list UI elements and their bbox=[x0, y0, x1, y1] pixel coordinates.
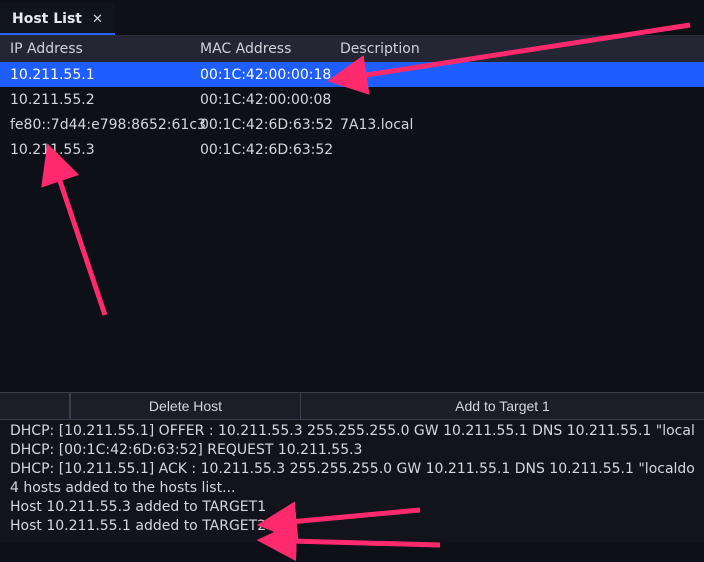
close-icon[interactable]: ✕ bbox=[92, 12, 103, 27]
tab-host-list[interactable]: Host List ✕ bbox=[0, 3, 115, 35]
log-line: DHCP: [10.211.55.1] ACK : 10.211.55.3 25… bbox=[10, 460, 694, 479]
log-line: DHCP: [10.211.55.1] OFFER : 10.211.55.3 … bbox=[10, 422, 694, 441]
delete-host-button[interactable]: Delete Host bbox=[70, 393, 300, 419]
cell-ip: 10.211.55.2 bbox=[10, 92, 200, 108]
cell-mac: 00:1C:42:6D:63:52 bbox=[200, 117, 340, 133]
col-header-mac[interactable]: MAC Address bbox=[200, 41, 340, 57]
log-line: Host 10.211.55.3 added to TARGET1 bbox=[10, 498, 694, 517]
col-header-desc[interactable]: Description bbox=[340, 41, 704, 57]
table-row[interactable]: 10.211.55.3 00:1C:42:6D:63:52 bbox=[0, 137, 704, 162]
cell-ip: 10.211.55.1 bbox=[10, 67, 200, 83]
cell-mac: 00:1C:42:6D:63:52 bbox=[200, 142, 340, 158]
button-bar-spacer bbox=[0, 393, 70, 419]
cell-ip: 10.211.55.3 bbox=[10, 142, 200, 158]
table-row[interactable]: fe80::7d44:e798:8652:61c3 00:1C:42:6D:63… bbox=[0, 112, 704, 137]
table-row[interactable]: 10.211.55.2 00:1C:42:00:00:08 bbox=[0, 87, 704, 112]
button-bar: Delete Host Add to Target 1 bbox=[0, 392, 704, 420]
table-row[interactable]: 10.211.55.1 00:1C:42:00:00:18 bbox=[0, 62, 704, 87]
col-header-ip[interactable]: IP Address bbox=[10, 41, 200, 57]
cell-mac: 00:1C:42:00:00:18 bbox=[200, 67, 340, 83]
tab-strip: Host List ✕ bbox=[0, 0, 704, 36]
cell-desc: 7A13.local bbox=[340, 117, 704, 133]
log-line: DHCP: [00:1C:42:6D:63:52] REQUEST 10.211… bbox=[10, 441, 694, 460]
tab-title: Host List bbox=[12, 11, 82, 27]
log-line: 4 hosts added to the hosts list... bbox=[10, 479, 694, 498]
log-line: Host 10.211.55.1 added to TARGET2 bbox=[10, 517, 694, 536]
cell-ip: fe80::7d44:e798:8652:61c3 bbox=[10, 117, 200, 133]
table-header: IP Address MAC Address Description bbox=[0, 36, 704, 62]
log-panel: DHCP: [10.211.55.1] OFFER : 10.211.55.3 … bbox=[0, 420, 704, 542]
add-to-target-button[interactable]: Add to Target 1 bbox=[300, 393, 704, 419]
host-table-body: 10.211.55.1 00:1C:42:00:00:18 10.211.55.… bbox=[0, 62, 704, 392]
cell-mac: 00:1C:42:00:00:08 bbox=[200, 92, 340, 108]
